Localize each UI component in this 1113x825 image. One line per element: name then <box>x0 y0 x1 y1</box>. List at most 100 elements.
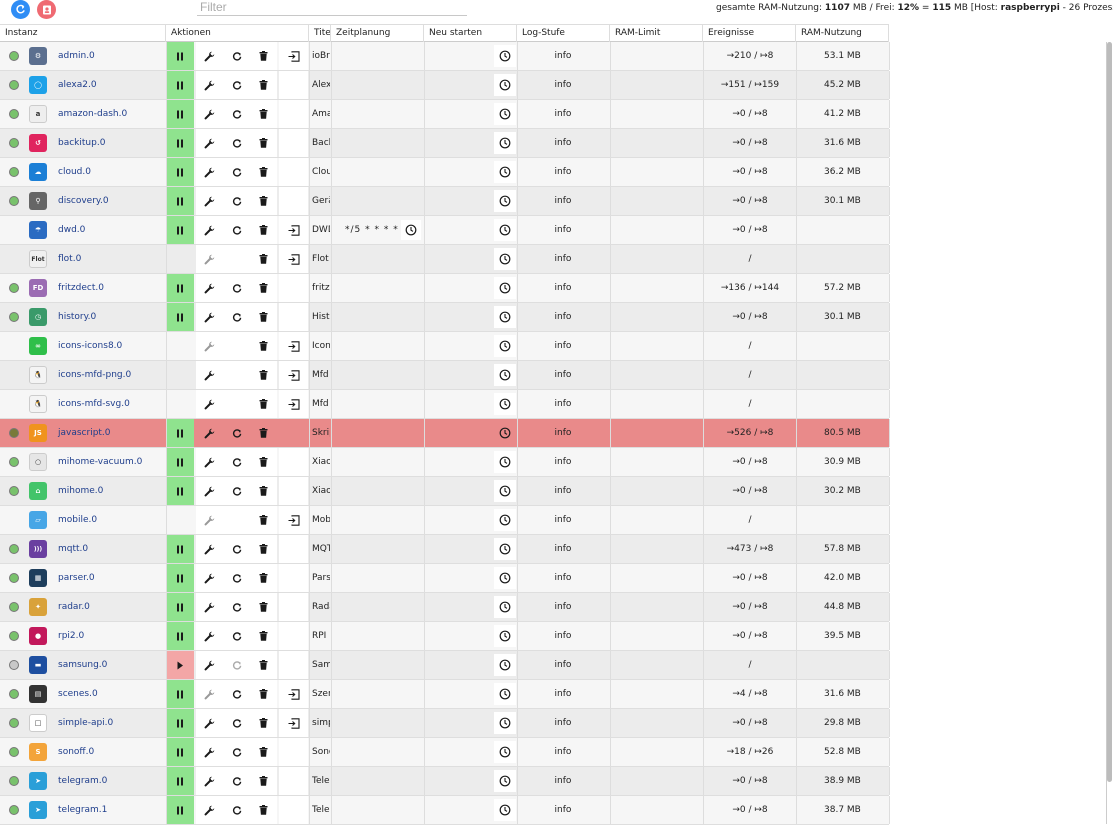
settings-button[interactable] <box>196 216 223 244</box>
instance-name-link[interactable]: discovery.0 <box>58 187 109 215</box>
restart-schedule-button[interactable] <box>494 741 516 763</box>
log-level[interactable]: info <box>517 477 609 505</box>
restart-schedule-button[interactable] <box>494 74 516 96</box>
settings-button[interactable] <box>196 796 223 824</box>
log-level[interactable]: info <box>517 796 609 824</box>
restart-schedule-button[interactable] <box>494 364 516 386</box>
open-link-button[interactable] <box>279 390 308 418</box>
settings-button[interactable] <box>196 303 223 331</box>
log-level[interactable]: info <box>517 506 609 534</box>
reload-button[interactable] <box>223 100 250 128</box>
open-link-button[interactable] <box>279 593 308 621</box>
reload-button[interactable] <box>223 738 250 766</box>
log-level[interactable]: info <box>517 303 609 331</box>
pause-button[interactable] <box>166 303 194 331</box>
instance-name-link[interactable]: scenes.0 <box>58 680 98 708</box>
delete-button[interactable] <box>250 100 277 128</box>
col-actions[interactable]: Aktionen <box>166 25 309 42</box>
pause-button[interactable] <box>166 42 194 70</box>
open-link-button[interactable] <box>279 158 308 186</box>
reload-button[interactable] <box>223 796 250 824</box>
col-ramlimit[interactable]: RAM-Limit <box>610 25 703 42</box>
restart-schedule-button[interactable] <box>494 306 516 328</box>
delete-button[interactable] <box>250 796 277 824</box>
settings-button[interactable] <box>196 71 223 99</box>
open-link-button[interactable] <box>279 506 308 534</box>
reload-button[interactable] <box>223 448 250 476</box>
open-link-button[interactable] <box>279 535 308 563</box>
open-link-button[interactable] <box>279 129 308 157</box>
reload-button[interactable] <box>223 535 250 563</box>
pause-button[interactable] <box>166 129 194 157</box>
restart-schedule-button[interactable] <box>494 103 516 125</box>
open-link-button[interactable] <box>279 303 308 331</box>
restart-schedule-button[interactable] <box>494 161 516 183</box>
open-link-button[interactable] <box>279 71 308 99</box>
pause-button[interactable] <box>166 187 194 215</box>
log-level[interactable]: info <box>517 187 609 215</box>
instance-name-link[interactable]: mihome.0 <box>58 477 103 505</box>
settings-button[interactable] <box>196 158 223 186</box>
instance-name-link[interactable]: rpi2.0 <box>58 622 84 650</box>
log-level[interactable]: info <box>517 448 609 476</box>
restart-schedule-button[interactable] <box>494 683 516 705</box>
restart-schedule-button[interactable] <box>494 190 516 212</box>
reload-button[interactable] <box>223 680 250 708</box>
log-level[interactable]: info <box>517 158 609 186</box>
open-link-button[interactable] <box>279 361 308 389</box>
log-level[interactable]: info <box>517 419 609 447</box>
restart-schedule-button[interactable] <box>494 451 516 473</box>
instance-name-link[interactable]: sonoff.0 <box>58 738 94 766</box>
reload-button[interactable] <box>223 274 250 302</box>
settings-button[interactable] <box>196 361 223 389</box>
reload-button[interactable] <box>223 361 250 389</box>
instance-name-link[interactable]: cloud.0 <box>58 158 91 186</box>
restart-schedule-button[interactable] <box>494 596 516 618</box>
settings-button[interactable] <box>196 506 223 534</box>
settings-button[interactable] <box>196 129 223 157</box>
reload-button[interactable] <box>223 767 250 795</box>
delete-button[interactable] <box>250 680 277 708</box>
restart-schedule-button[interactable] <box>494 219 516 241</box>
log-level[interactable]: info <box>517 709 609 737</box>
reload-button[interactable] <box>223 158 250 186</box>
delete-button[interactable] <box>250 332 277 360</box>
delete-button[interactable] <box>250 738 277 766</box>
delete-button[interactable] <box>250 361 277 389</box>
instance-name-link[interactable]: backitup.0 <box>58 129 105 157</box>
schedule-button[interactable] <box>401 220 421 240</box>
instance-name-link[interactable]: radar.0 <box>58 593 90 621</box>
delete-button[interactable] <box>250 71 277 99</box>
open-link-button[interactable] <box>279 100 308 128</box>
log-level[interactable]: info <box>517 651 609 679</box>
reload-button[interactable] <box>223 42 250 70</box>
play-button[interactable] <box>166 651 194 679</box>
reload-button[interactable] <box>223 390 250 418</box>
instance-name-link[interactable]: parser.0 <box>58 564 95 592</box>
delete-button[interactable] <box>250 129 277 157</box>
reload-button[interactable] <box>223 622 250 650</box>
log-level[interactable]: info <box>517 622 609 650</box>
log-level[interactable]: info <box>517 738 609 766</box>
settings-button[interactable] <box>196 245 223 273</box>
open-link-button[interactable] <box>279 796 308 824</box>
restart-schedule-button[interactable] <box>494 538 516 560</box>
reload-button[interactable] <box>223 245 250 273</box>
restart-schedule-button[interactable] <box>494 654 516 676</box>
instance-name-link[interactable]: mqtt.0 <box>58 535 88 563</box>
settings-button[interactable] <box>196 187 223 215</box>
instance-name-link[interactable]: flot.0 <box>58 245 81 273</box>
settings-button[interactable] <box>196 767 223 795</box>
delete-button[interactable] <box>250 216 277 244</box>
delete-button[interactable] <box>250 651 277 679</box>
settings-button[interactable] <box>196 332 223 360</box>
settings-button[interactable] <box>196 100 223 128</box>
delete-button[interactable] <box>250 245 277 273</box>
settings-button[interactable] <box>196 477 223 505</box>
settings-button[interactable] <box>196 622 223 650</box>
reload-button[interactable] <box>223 709 250 737</box>
reload-button[interactable] <box>223 651 250 679</box>
reload-button[interactable] <box>223 332 250 360</box>
settings-button[interactable] <box>196 535 223 563</box>
delete-button[interactable] <box>250 564 277 592</box>
